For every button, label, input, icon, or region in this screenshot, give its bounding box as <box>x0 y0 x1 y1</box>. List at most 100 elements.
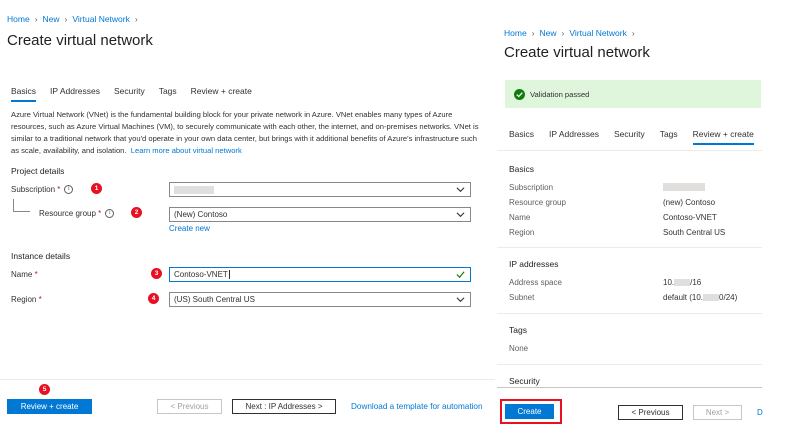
chevron-right-icon: › <box>531 28 535 38</box>
address-space-prefix: 10. <box>663 278 675 287</box>
next-ip-addresses-button[interactable]: Next : IP Addresses > <box>232 399 336 414</box>
summary-label-subnet: Subnet <box>509 293 535 302</box>
summary-value-address-space: 10. /16 <box>663 278 701 287</box>
chevron-right-icon: › <box>64 14 68 24</box>
required-mark: * <box>57 185 61 194</box>
tab-basics[interactable]: Basics <box>11 86 37 102</box>
name-label: Name * <box>11 270 38 279</box>
chevron-right-icon: › <box>134 14 138 24</box>
step-badge-3: 3 <box>151 268 162 279</box>
text-cursor <box>228 270 230 280</box>
checkmark-icon <box>456 271 465 279</box>
summary-value-region: South Central US <box>663 228 726 237</box>
review-create-button[interactable]: Review + create <box>7 399 92 414</box>
summary-label-region: Region <box>509 228 535 237</box>
required-mark: * <box>98 209 102 218</box>
resource-group-dropdown[interactable]: (New) Contoso <box>169 207 471 222</box>
tab-tags[interactable]: Tags <box>660 129 678 143</box>
description-text: Azure Virtual Network (VNet) is the fund… <box>11 110 479 155</box>
download-template-link[interactable]: Download a template for automation <box>351 402 483 411</box>
required-mark: * <box>38 295 42 304</box>
name-label-text: Name <box>11 270 33 279</box>
subscription-dropdown[interactable] <box>169 182 471 197</box>
section-divider <box>497 364 762 365</box>
required-mark: * <box>34 270 38 279</box>
chevron-down-icon <box>456 187 465 193</box>
description: Azure Virtual Network (VNet) is the fund… <box>11 109 483 157</box>
tabs-divider <box>497 150 762 151</box>
tab-ip-addresses[interactable]: IP Addresses <box>549 129 599 143</box>
subscription-label: Subscription * i <box>11 185 74 195</box>
tab-basics[interactable]: Basics <box>509 129 534 143</box>
download-template-link[interactable]: D <box>757 408 763 417</box>
summary-label-name: Name <box>509 213 531 222</box>
region-label: Region * <box>11 295 42 304</box>
tab-review-create[interactable]: Review + create <box>191 86 252 100</box>
tab-ip-addresses[interactable]: IP Addresses <box>50 86 100 100</box>
summary-label-resource-group: Resource group <box>509 198 566 207</box>
summary-value-resource-group: (new) Contoso <box>663 198 716 207</box>
chevron-right-icon: › <box>631 28 635 38</box>
tab-security[interactable]: Security <box>614 129 645 143</box>
breadcrumb: Home › New › Virtual Network › <box>504 28 640 38</box>
breadcrumb-virtual-network[interactable]: Virtual Network <box>72 14 129 24</box>
validation-text: Validation passed <box>530 90 590 99</box>
footer-divider <box>497 387 762 388</box>
breadcrumb-new[interactable]: New <box>540 28 557 38</box>
page-title: Create virtual network <box>504 44 650 61</box>
summary-value-name: Contoso-VNET <box>663 213 717 222</box>
breadcrumb-home[interactable]: Home <box>504 28 527 38</box>
tab-security[interactable]: Security <box>114 86 145 100</box>
region-value: (US) South Central US <box>174 295 255 304</box>
tab-bar: Basics IP Addresses Security Tags Review… <box>509 129 755 145</box>
section-basics: Basics <box>509 164 535 174</box>
step-badge-4: 4 <box>148 293 159 304</box>
section-tags: Tags <box>509 325 527 335</box>
step-badge-1: 1 <box>91 183 102 194</box>
section-ip-addresses: IP addresses <box>509 259 559 269</box>
resource-group-label: Resource group * i <box>39 209 115 219</box>
learn-more-link[interactable]: Learn more about virtual network <box>131 146 242 155</box>
subnet-prefix: default (10. <box>663 293 704 302</box>
section-divider <box>497 313 762 314</box>
tab-bar: Basics IP Addresses Security Tags Review… <box>11 86 252 102</box>
resource-group-value: (New) Contoso <box>174 210 228 219</box>
previous-button[interactable]: < Previous <box>618 405 683 420</box>
chevron-down-icon <box>456 297 465 303</box>
breadcrumb-home[interactable]: Home <box>7 14 30 24</box>
tab-review-create[interactable]: Review + create <box>692 129 755 145</box>
tab-tags[interactable]: Tags <box>159 86 177 100</box>
chevron-right-icon: › <box>561 28 565 38</box>
footer-divider <box>0 379 495 380</box>
step-badge-5: 5 <box>39 384 50 395</box>
summary-label-address-space: Address space <box>509 278 562 287</box>
name-input[interactable]: Contoso-VNET <box>169 267 471 282</box>
breadcrumb: Home › New › Virtual Network › <box>7 14 143 24</box>
breadcrumb-new[interactable]: New <box>43 14 60 24</box>
tree-connector <box>13 199 30 212</box>
subscription-label-text: Subscription <box>11 185 56 194</box>
breadcrumb-virtual-network[interactable]: Virtual Network <box>569 28 626 38</box>
region-dropdown[interactable]: (US) South Central US <box>169 292 471 307</box>
redacted-subscription <box>174 185 214 194</box>
section-project-details: Project details <box>11 166 65 176</box>
create-button[interactable]: Create <box>505 404 554 419</box>
redacted-octets <box>703 294 720 302</box>
region-label-text: Region <box>11 295 37 304</box>
validation-banner: Validation passed <box>505 80 761 108</box>
summary-value-subnet: default (10. 0/24) <box>663 293 737 302</box>
info-icon[interactable]: i <box>64 185 74 195</box>
subnet-suffix: 0/24) <box>719 293 738 302</box>
name-value: Contoso-VNET <box>174 270 228 279</box>
step-badge-2: 2 <box>131 207 142 218</box>
create-new-link[interactable]: Create new <box>169 224 210 233</box>
previous-button[interactable]: < Previous <box>157 399 222 414</box>
chevron-down-icon <box>456 212 465 218</box>
info-icon[interactable]: i <box>105 209 115 219</box>
next-button[interactable]: Next > <box>693 405 742 420</box>
redacted-octets <box>674 279 691 287</box>
summary-label-subscription: Subscription <box>509 183 554 192</box>
section-security: Security <box>509 376 540 386</box>
chevron-right-icon: › <box>34 14 38 24</box>
section-instance-details: Instance details <box>11 251 71 261</box>
